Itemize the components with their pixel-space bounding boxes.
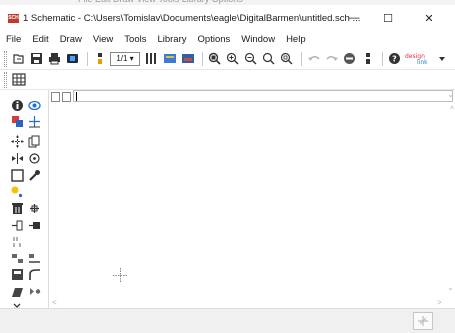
stop-command-icon: [418, 316, 428, 326]
toolbar-grip[interactable]: [4, 50, 7, 67]
redo-icon[interactable]: [324, 51, 339, 66]
split-icon[interactable]: [9, 251, 25, 265]
library-bars-icon[interactable]: [144, 51, 159, 66]
vertical-scrollbar[interactable]: ^ ⌄: [445, 103, 455, 298]
zoom-out-icon[interactable]: [243, 51, 258, 66]
scroll-left-icon[interactable]: <: [52, 298, 57, 307]
horizontal-scrollbar[interactable]: < >: [49, 298, 449, 308]
menu-file[interactable]: File: [6, 34, 21, 45]
zoom-redraw-icon[interactable]: [261, 51, 276, 66]
menu-edit[interactable]: Edit: [32, 34, 48, 45]
copy-icon[interactable]: [26, 134, 42, 148]
mark-icon[interactable]: [26, 114, 42, 128]
go-icon[interactable]: [360, 51, 375, 66]
value-icon[interactable]: [9, 284, 25, 298]
menu-window[interactable]: Window: [241, 34, 275, 45]
window-title: 1 Schematic - C:\Users\Tomislav\Document…: [23, 12, 361, 24]
smash-icon[interactable]: [9, 267, 25, 281]
show-icon[interactable]: [26, 98, 42, 112]
schematic-switch-icon[interactable]: [162, 51, 177, 66]
print-icon[interactable]: [47, 51, 62, 66]
help-icon[interactable]: ?: [387, 51, 402, 66]
display-layers-icon[interactable]: [9, 114, 25, 128]
add-part-icon[interactable]: [26, 201, 42, 215]
parameter-toggle[interactable]: [62, 91, 71, 102]
status-bar: [0, 308, 455, 333]
stop-command-cell[interactable]: [413, 312, 433, 330]
replace-icon[interactable]: [26, 218, 42, 232]
save-icon[interactable]: [29, 51, 44, 66]
name-icon[interactable]: [26, 284, 42, 298]
tool-palette: [0, 90, 48, 316]
schematic-app-icon: SCH: [8, 13, 19, 23]
cam-processor-icon[interactable]: [65, 51, 80, 66]
menu-draw[interactable]: Draw: [60, 34, 82, 45]
mirror-icon[interactable]: [9, 151, 25, 165]
sheet-select[interactable]: 1/1 ▾: [110, 51, 140, 66]
command-row: [49, 90, 455, 103]
command-line-input[interactable]: [73, 90, 453, 102]
design-link-icon[interactable]: design link: [405, 51, 435, 66]
crosshair-cursor: [113, 268, 128, 283]
close-button[interactable]: ✕: [412, 5, 446, 31]
zoom-in-icon[interactable]: [225, 51, 240, 66]
chevron-down-icon[interactable]: [438, 51, 446, 66]
menu-library[interactable]: Library: [157, 34, 186, 45]
miter-icon[interactable]: [26, 251, 42, 265]
info-icon[interactable]: [9, 98, 25, 112]
zoom-fit-icon[interactable]: [207, 51, 222, 66]
open-icon[interactable]: [11, 51, 26, 66]
gateswap-icon[interactable]: [9, 234, 25, 248]
svg-text:?: ?: [392, 55, 397, 64]
schematic-canvas[interactable]: ⌄ ^ ⌄ < >: [48, 90, 455, 308]
undo-icon[interactable]: [306, 51, 321, 66]
scroll-right-icon[interactable]: >: [437, 298, 442, 307]
scroll-down-icon[interactable]: ⌄: [447, 283, 454, 292]
menu-tools[interactable]: Tools: [124, 34, 146, 45]
text-cursor: [76, 92, 77, 101]
paste-icon[interactable]: [9, 184, 25, 198]
grid-icon[interactable]: [11, 72, 26, 87]
grid-toolbar: [0, 70, 455, 90]
move-icon[interactable]: [9, 134, 25, 148]
svg-text:link: link: [417, 59, 428, 65]
toolbar-separator: [301, 51, 302, 66]
chevron-down-icon[interactable]: ⌄: [447, 90, 454, 99]
toolbar-separator: [87, 51, 88, 66]
sheet-up-down-icon[interactable]: [92, 51, 107, 66]
group-icon[interactable]: [9, 168, 25, 182]
toolbar-separator: [202, 51, 203, 66]
menu-bar: File Edit Draw View Tools Library Option…: [0, 31, 455, 48]
stop-icon[interactable]: [342, 51, 357, 66]
delete-icon[interactable]: [9, 201, 25, 215]
change-wrench-icon[interactable]: [26, 168, 42, 182]
minimize-button[interactable]: —: [337, 5, 371, 31]
menu-view[interactable]: View: [93, 34, 113, 45]
menu-options[interactable]: Options: [198, 34, 231, 45]
parameter-toggle[interactable]: [51, 91, 60, 102]
pinswap-icon[interactable]: [9, 218, 25, 232]
toolbar-grip[interactable]: [4, 71, 7, 88]
toolbar-separator: [382, 51, 383, 66]
main-toolbar: 1/1 ▾ ? design link: [0, 48, 455, 70]
board-switch-icon[interactable]: [180, 51, 195, 66]
scroll-up-icon[interactable]: ^: [450, 105, 454, 114]
menu-help[interactable]: Help: [286, 34, 306, 45]
maximize-button[interactable]: ☐: [371, 5, 405, 31]
wire-arc-icon[interactable]: [26, 267, 42, 281]
zoom-select-icon[interactable]: [279, 51, 294, 66]
rotate-icon[interactable]: [26, 151, 42, 165]
title-bar: SCH 1 Schematic - C:\Users\Tomislav\Docu…: [0, 5, 455, 31]
